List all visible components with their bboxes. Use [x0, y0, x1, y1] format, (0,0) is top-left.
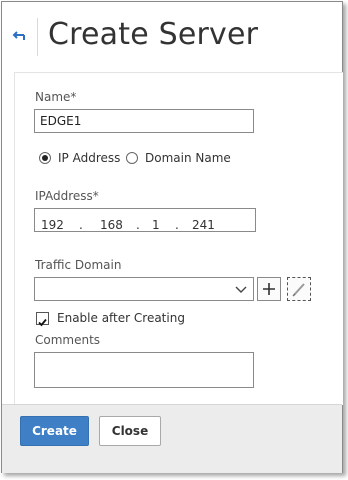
ip-address-radio[interactable] [39, 152, 51, 164]
add-traffic-domain-button[interactable] [257, 277, 281, 301]
ip-address-radio-label: IP Address [58, 151, 121, 165]
name-label: Name* [35, 90, 77, 104]
plus-icon [263, 283, 275, 295]
dialog-footer: Create Close [2, 404, 342, 473]
edit-traffic-domain-button[interactable] [287, 277, 311, 301]
traffic-domain-select[interactable] [34, 277, 254, 301]
traffic-domain-label: Traffic Domain [35, 258, 122, 272]
ip-dot-3: . [175, 218, 179, 232]
close-button[interactable]: Close [99, 416, 161, 446]
ip-address-input[interactable]: 192 . 168 . 1 . 241 [34, 208, 256, 232]
enable-after-creating-label: Enable after Creating [57, 311, 185, 325]
domain-name-radio-label: Domain Name [145, 151, 231, 165]
header-divider [37, 18, 38, 56]
comments-label: Comments [35, 333, 101, 347]
domain-name-radio[interactable] [126, 152, 138, 164]
ip-octet-1[interactable]: 192 [41, 214, 64, 236]
name-input[interactable]: EDGE1 [34, 109, 254, 133]
ip-octet-3[interactable]: 1 [152, 214, 160, 236]
ip-octet-2[interactable]: 168 [100, 214, 123, 236]
enable-after-creating-checkbox[interactable] [36, 312, 49, 327]
form-panel: Name* EDGE1 IP Address Domain Name IPAdd… [14, 72, 343, 405]
back-arrow-icon[interactable] [11, 28, 27, 44]
pencil-icon [292, 283, 305, 297]
page-title: Create Server [48, 17, 259, 52]
comments-textarea[interactable] [34, 352, 254, 388]
chevron-down-icon [235, 286, 247, 293]
ip-dot-2: . [136, 218, 140, 232]
create-server-dialog: Create Server Name* EDGE1 IP Address Dom… [1, 1, 343, 473]
ip-octet-4[interactable]: 241 [192, 214, 215, 236]
create-button[interactable]: Create [20, 416, 89, 446]
ip-dot-1: . [79, 218, 83, 232]
ip-address-label: IPAddress* [35, 189, 99, 203]
checkmark-icon [38, 318, 47, 327]
dialog-header: Create Server [2, 2, 342, 72]
